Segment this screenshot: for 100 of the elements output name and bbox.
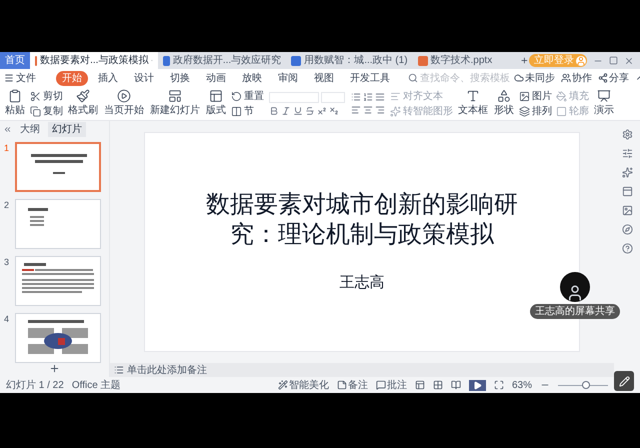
share-button[interactable]: 分享	[598, 70, 629, 86]
ribbon-icon	[231, 106, 242, 116]
ribbon-icon	[466, 89, 480, 103]
bold-icon[interactable]	[269, 106, 279, 116]
slide-thumbnail[interactable]	[15, 142, 101, 192]
beautify-button[interactable]: 智能美化	[278, 378, 329, 392]
zoom-slider[interactable]	[558, 381, 608, 389]
file-menu[interactable]: 文件	[4, 70, 36, 86]
sync-button[interactable]: 未同步	[514, 70, 555, 86]
underline-icon[interactable]	[293, 106, 303, 116]
slide-number: 1	[4, 142, 10, 155]
ribbon-button[interactable]: 版式	[203, 88, 229, 120]
slide-number: 2	[4, 199, 10, 212]
document-tab[interactable]: 数字技术.pptx	[412, 52, 516, 69]
reading-view-icon[interactable]	[450, 380, 461, 390]
font-name-field[interactable]	[269, 92, 319, 102]
help-icon[interactable]	[622, 243, 632, 254]
slide-thumbnail[interactable]	[15, 256, 101, 306]
add-slide-icon[interactable]	[49, 363, 60, 374]
comments-button[interactable]: 批注	[376, 378, 407, 392]
collapse-panel-icon[interactable]	[3, 124, 12, 134]
compass-icon[interactable]	[622, 224, 632, 235]
pen-button[interactable]	[614, 371, 634, 391]
slide-thumbnail[interactable]	[15, 313, 101, 363]
ribbon-button[interactable]: 节	[231, 104, 264, 118]
search-icon	[408, 73, 418, 83]
settings-icon[interactable]	[622, 129, 632, 140]
slide-number: 4	[4, 313, 10, 326]
comment-icon	[376, 380, 386, 390]
normal-view-icon[interactable]	[414, 380, 425, 390]
ribbon-button[interactable]: 当页开始	[101, 88, 147, 120]
ribbon-button[interactable]: 粘贴	[2, 88, 28, 120]
ribbon-button[interactable]: 图片	[519, 90, 552, 102]
ribbon-button[interactable]: 排列	[519, 104, 552, 118]
document-tab[interactable]: 用数赋智：城...政中 (1)	[286, 52, 413, 69]
italic-icon[interactable]	[281, 106, 291, 116]
subscript-icon[interactable]	[329, 106, 339, 116]
bullet-list-icon[interactable]	[351, 92, 361, 102]
notes-field[interactable]: 单击此处添加备注	[110, 363, 614, 377]
align-right-icon[interactable]	[375, 105, 385, 115]
notes-icon	[114, 365, 124, 375]
ribbon-button[interactable]: 新建幻灯片	[147, 88, 203, 120]
ribbon-button[interactable]: 剪切	[30, 90, 63, 102]
avatar-icon	[576, 56, 586, 66]
restore-icon[interactable]	[609, 56, 618, 65]
notes-button[interactable]: 备注	[336, 378, 368, 392]
thumbnail-drawing	[28, 320, 88, 354]
wand-icon	[278, 380, 288, 390]
ribbon-tab[interactable]: 设计	[128, 70, 160, 86]
superscript-icon[interactable]	[317, 106, 327, 116]
collaborate-button[interactable]: 协作	[561, 70, 592, 86]
ribbon-tab[interactable]: 放映	[236, 70, 268, 86]
thumbnail-drawing	[31, 154, 87, 174]
ribbon-icon	[556, 106, 567, 116]
sliders-icon[interactable]	[622, 148, 632, 159]
grid-view-icon[interactable]	[432, 380, 443, 390]
ribbon-tab[interactable]: 开发工具	[344, 70, 396, 86]
new-tab-icon[interactable]	[520, 55, 529, 66]
ribbon-button[interactable]: 演示	[591, 88, 617, 120]
numbered-list-icon[interactable]	[363, 92, 373, 102]
users-icon	[561, 73, 571, 83]
line-spacing-icon[interactable]	[375, 92, 385, 102]
panel-tab[interactable]: 幻灯片	[48, 122, 86, 136]
font-size-field[interactable]	[321, 92, 345, 102]
ribbon-icon	[519, 90, 530, 102]
panel-icon[interactable]	[622, 186, 632, 197]
fit-icon[interactable]	[494, 380, 504, 390]
document-tab[interactable]: 政府数据开...与效应研究	[158, 52, 286, 69]
ribbon-button[interactable]: 复制	[30, 104, 63, 118]
ribbon-icon	[117, 89, 131, 103]
ribbon-tab[interactable]: 切换	[164, 70, 196, 86]
ribbon-button[interactable]: 文本框	[455, 88, 491, 120]
ribbon-tab[interactable]: 审阅	[272, 70, 304, 86]
ribbon-icon	[231, 90, 242, 102]
slide-count: 幻灯片 1 / 22	[6, 378, 64, 392]
image-icon[interactable]	[622, 205, 632, 216]
slide-thumbnail[interactable]	[15, 199, 101, 249]
document-tab[interactable]: 数据要素对...与政策模拟	[30, 52, 158, 69]
zoom-level[interactable]: 63%	[512, 378, 532, 392]
ribbon-tab[interactable]: 视图	[308, 70, 340, 86]
ribbon-tab[interactable]: 插入	[92, 70, 124, 86]
ribbon-button[interactable]: 重置	[231, 90, 264, 102]
home-tab[interactable]: 首页	[0, 52, 30, 69]
slide-number: 3	[4, 256, 10, 269]
ribbon-button[interactable]: 形状	[491, 88, 517, 120]
slide-title: 数据要素对城市创新的影响研究：理论机制与政策模拟	[205, 190, 519, 250]
align-center-icon[interactable]	[363, 105, 373, 115]
strikethrough-icon[interactable]	[305, 106, 315, 116]
play-button[interactable]	[468, 380, 486, 390]
search-field[interactable]: 查找命令、搜索模板	[408, 70, 510, 86]
ribbon-icon	[556, 90, 567, 102]
sparkles-icon[interactable]	[622, 167, 632, 178]
person-silhouette-icon	[566, 284, 584, 302]
document-file-icon	[163, 56, 170, 66]
pen-icon	[618, 376, 630, 386]
ribbon-button[interactable]: 格式刷	[65, 88, 101, 120]
align-left-icon[interactable]	[351, 105, 361, 115]
ribbon-tab[interactable]: 动画	[200, 70, 232, 86]
panel-tab[interactable]: 大纲	[16, 122, 44, 136]
slider-thumb[interactable]	[582, 381, 590, 389]
